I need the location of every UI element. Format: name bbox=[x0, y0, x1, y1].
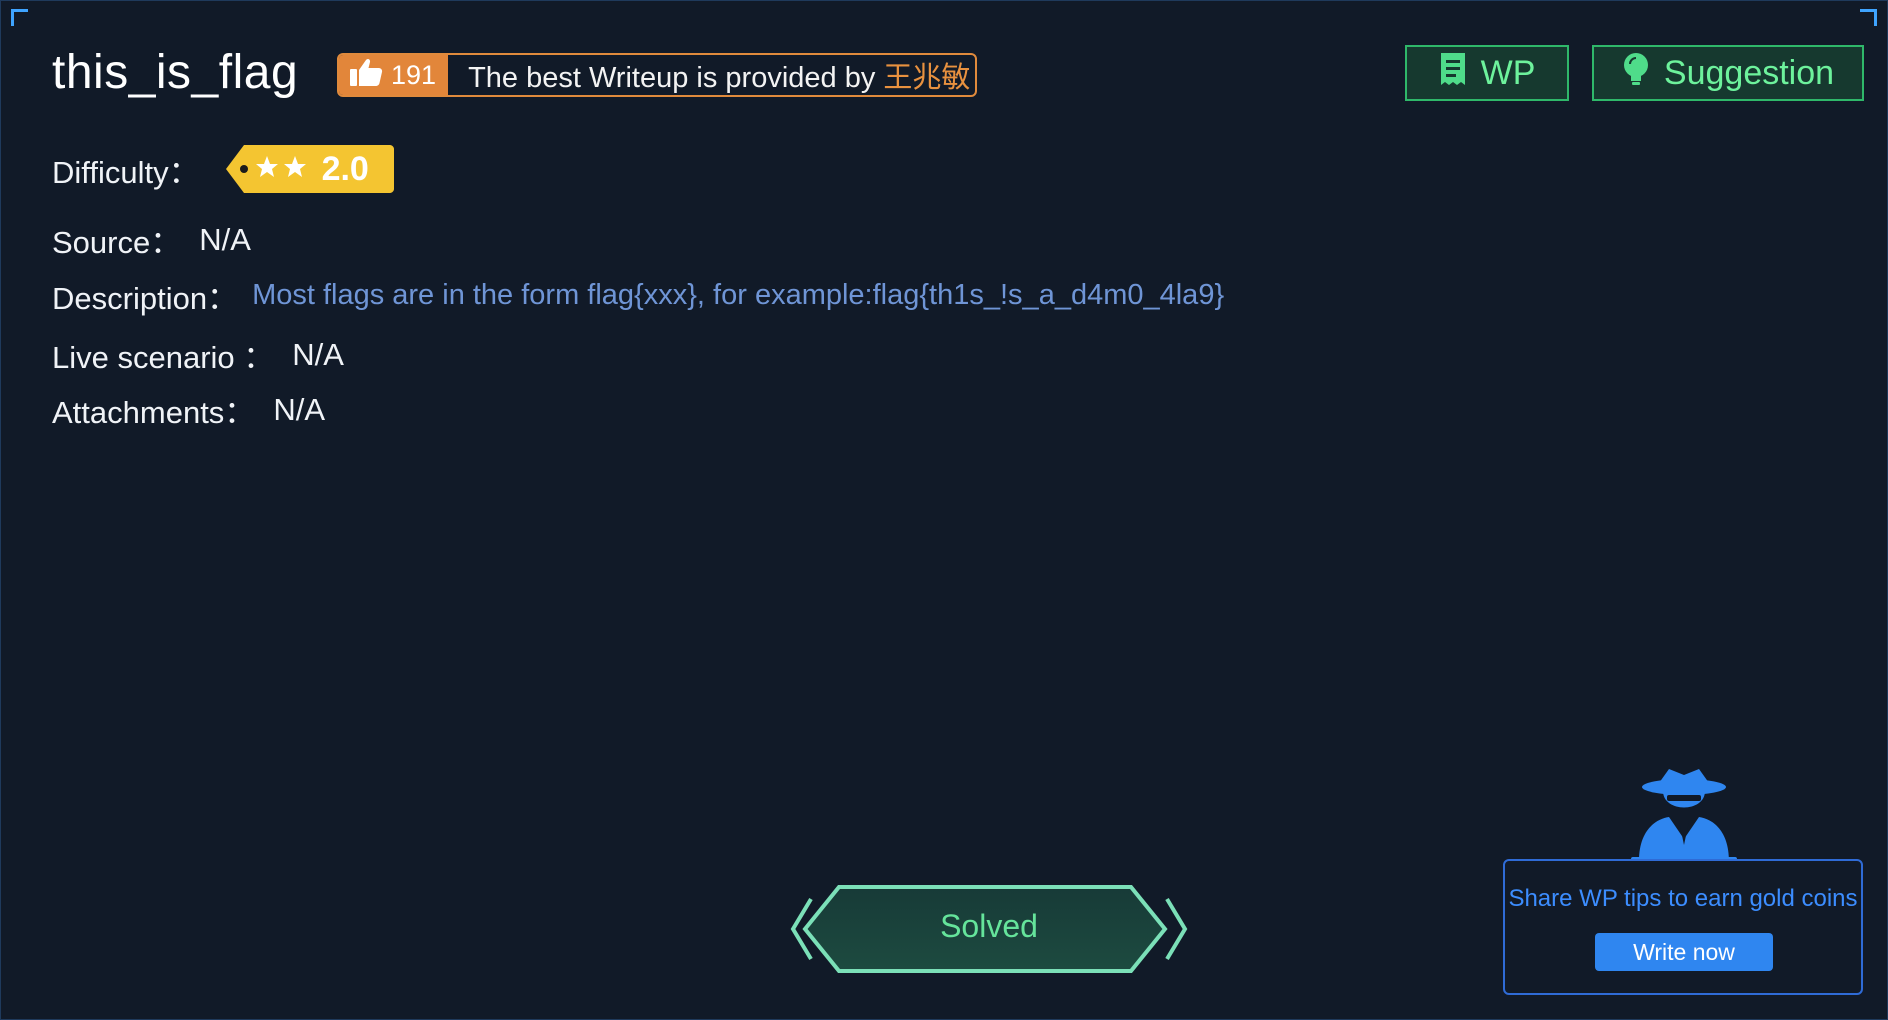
solved-label: Solved bbox=[940, 908, 1038, 944]
document-icon bbox=[1439, 52, 1481, 95]
attachments-label: Attachments： bbox=[52, 395, 256, 430]
likes-count: 191 bbox=[391, 59, 437, 90]
wp-button-label: WP bbox=[1480, 53, 1536, 92]
attachments-value: N/A bbox=[273, 391, 325, 427]
source-row: Source： N/A bbox=[52, 217, 251, 262]
live-scenario-value: N/A bbox=[292, 336, 344, 372]
thumbs-up-icon bbox=[349, 57, 391, 94]
live-scenario-label: Live scenario ： bbox=[52, 340, 275, 375]
challenge-panel: this_is_flag 191 The best Writeup is pro… bbox=[0, 0, 1888, 1020]
difficulty-row: Difficulty： 2.0 bbox=[52, 143, 394, 195]
suggestion-button-label: Suggestion bbox=[1663, 53, 1835, 92]
writeup-author-link[interactable]: 王兆敏 bbox=[883, 62, 970, 94]
best-writeup-badge[interactable]: 191 The best Writeup is provided by 王兆敏 bbox=[337, 53, 977, 97]
source-value: N/A bbox=[199, 221, 251, 257]
source-label: Source： bbox=[52, 225, 182, 260]
writeup-provider-text: The best Writeup is provided by 王兆敏 bbox=[448, 55, 970, 95]
difficulty-value: 2.0 bbox=[321, 150, 369, 188]
solved-status-button[interactable]: Solved bbox=[787, 881, 1191, 977]
challenge-title: this_is_flag bbox=[52, 46, 299, 99]
description-text: Most flags are in the form flag{xxx}, fo… bbox=[252, 279, 1225, 311]
live-scenario-row: Live scenario ： N/A bbox=[52, 332, 344, 377]
attachments-row: Attachments： N/A bbox=[52, 387, 325, 432]
wp-button[interactable]: WP bbox=[1405, 45, 1569, 101]
likes-counter[interactable]: 191 bbox=[339, 55, 449, 95]
description-label: Description： bbox=[52, 281, 239, 316]
description-row: Description： Most flags are in the form … bbox=[52, 273, 1224, 318]
share-wp-promo-card: Share WP tips to earn gold coins Write n… bbox=[1503, 859, 1863, 995]
corner-decoration-top-left bbox=[11, 9, 28, 26]
corner-decoration-top-right bbox=[1860, 9, 1877, 26]
writeup-caption: The best Writeup is provided by bbox=[468, 62, 876, 94]
share-wp-text: Share WP tips to earn gold coins bbox=[1508, 885, 1858, 912]
lightbulb-icon bbox=[1622, 52, 1664, 95]
difficulty-label: Difficulty： bbox=[52, 154, 200, 190]
write-now-button[interactable]: Write now bbox=[1595, 933, 1773, 971]
suggestion-button[interactable]: Suggestion bbox=[1592, 45, 1864, 101]
spy-icon bbox=[1619, 765, 1749, 871]
difficulty-rating-tag: 2.0 bbox=[224, 143, 394, 195]
